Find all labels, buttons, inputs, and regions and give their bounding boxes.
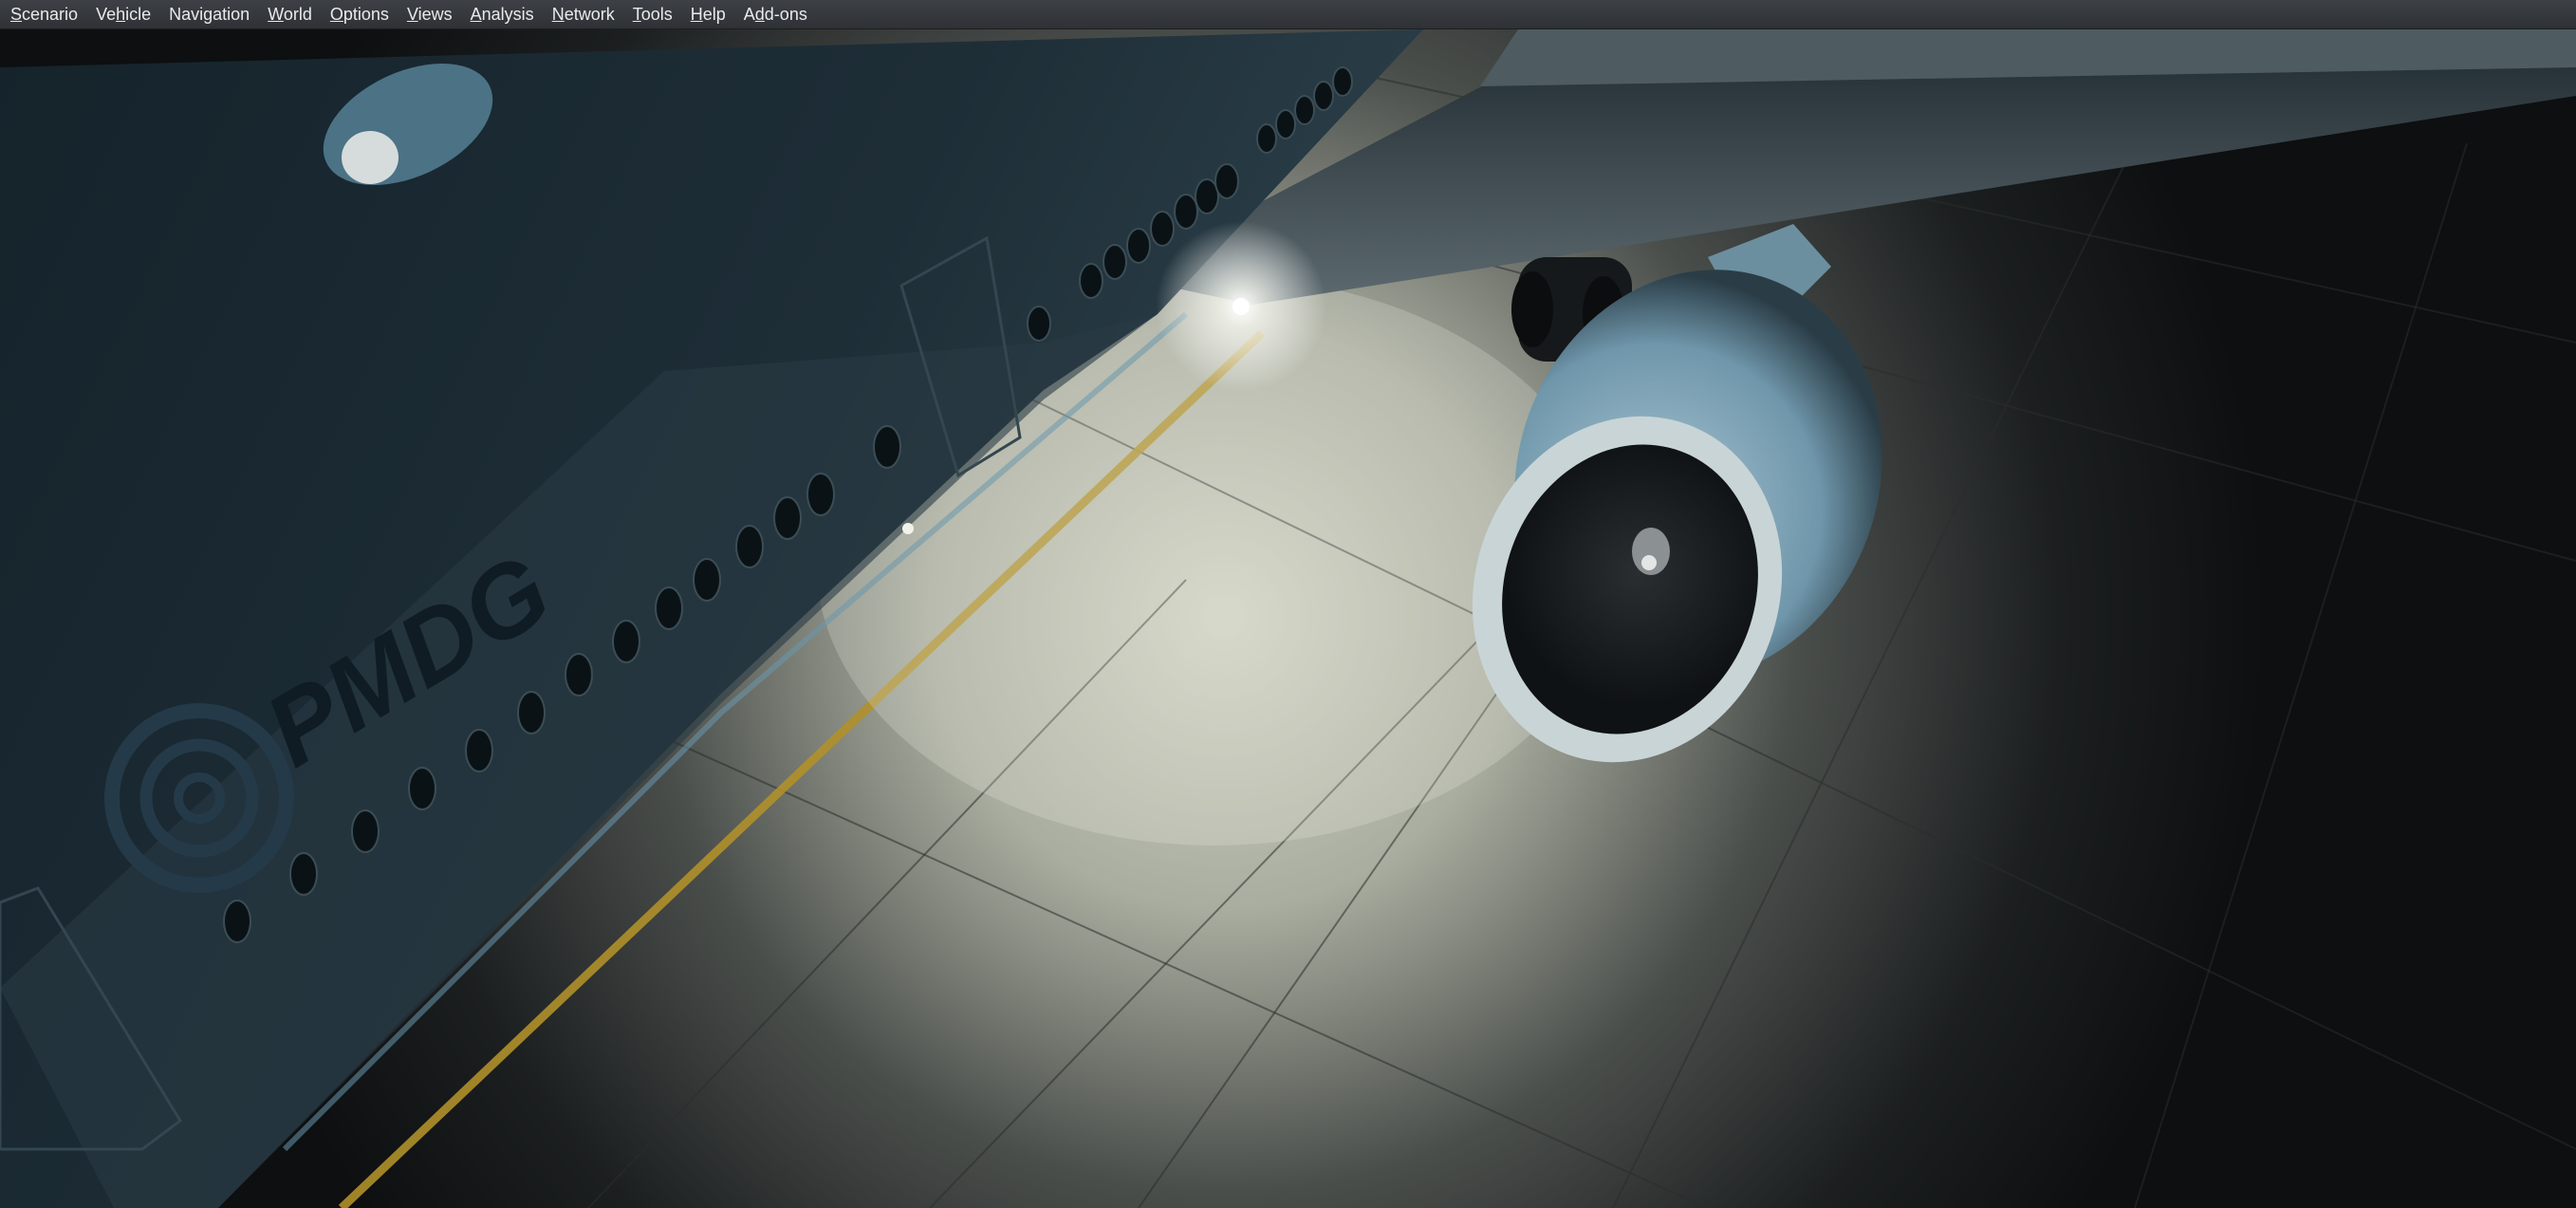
- menu-scenario[interactable]: Scenario: [4, 0, 84, 29]
- menu-views[interactable]: Views: [400, 0, 459, 29]
- menu-help[interactable]: Help: [684, 0, 732, 29]
- menu-vehicle[interactable]: Vehicle: [89, 0, 158, 29]
- menu-network[interactable]: Network: [546, 0, 621, 29]
- belly-light: [902, 523, 914, 534]
- menu-tools[interactable]: Tools: [626, 0, 679, 29]
- menu-add-ons[interactable]: Add-ons: [737, 0, 814, 29]
- landing-light: [1232, 298, 1250, 315]
- scene-render: PMDG: [0, 29, 2576, 1208]
- menu-navigation[interactable]: Navigation: [162, 0, 256, 29]
- simulator-window: Scenario Vehicle Navigation World Options Vie…: [0, 0, 2576, 1208]
- menu-bar: Scenario Vehicle Navigation World Options Vie…: [0, 0, 2576, 29]
- menu-options[interactable]: Options: [324, 0, 396, 29]
- scene-viewport[interactable]: PMDG: [0, 29, 2576, 1208]
- menu-world[interactable]: World: [261, 0, 319, 29]
- menu-analysis[interactable]: Analysis: [464, 0, 541, 29]
